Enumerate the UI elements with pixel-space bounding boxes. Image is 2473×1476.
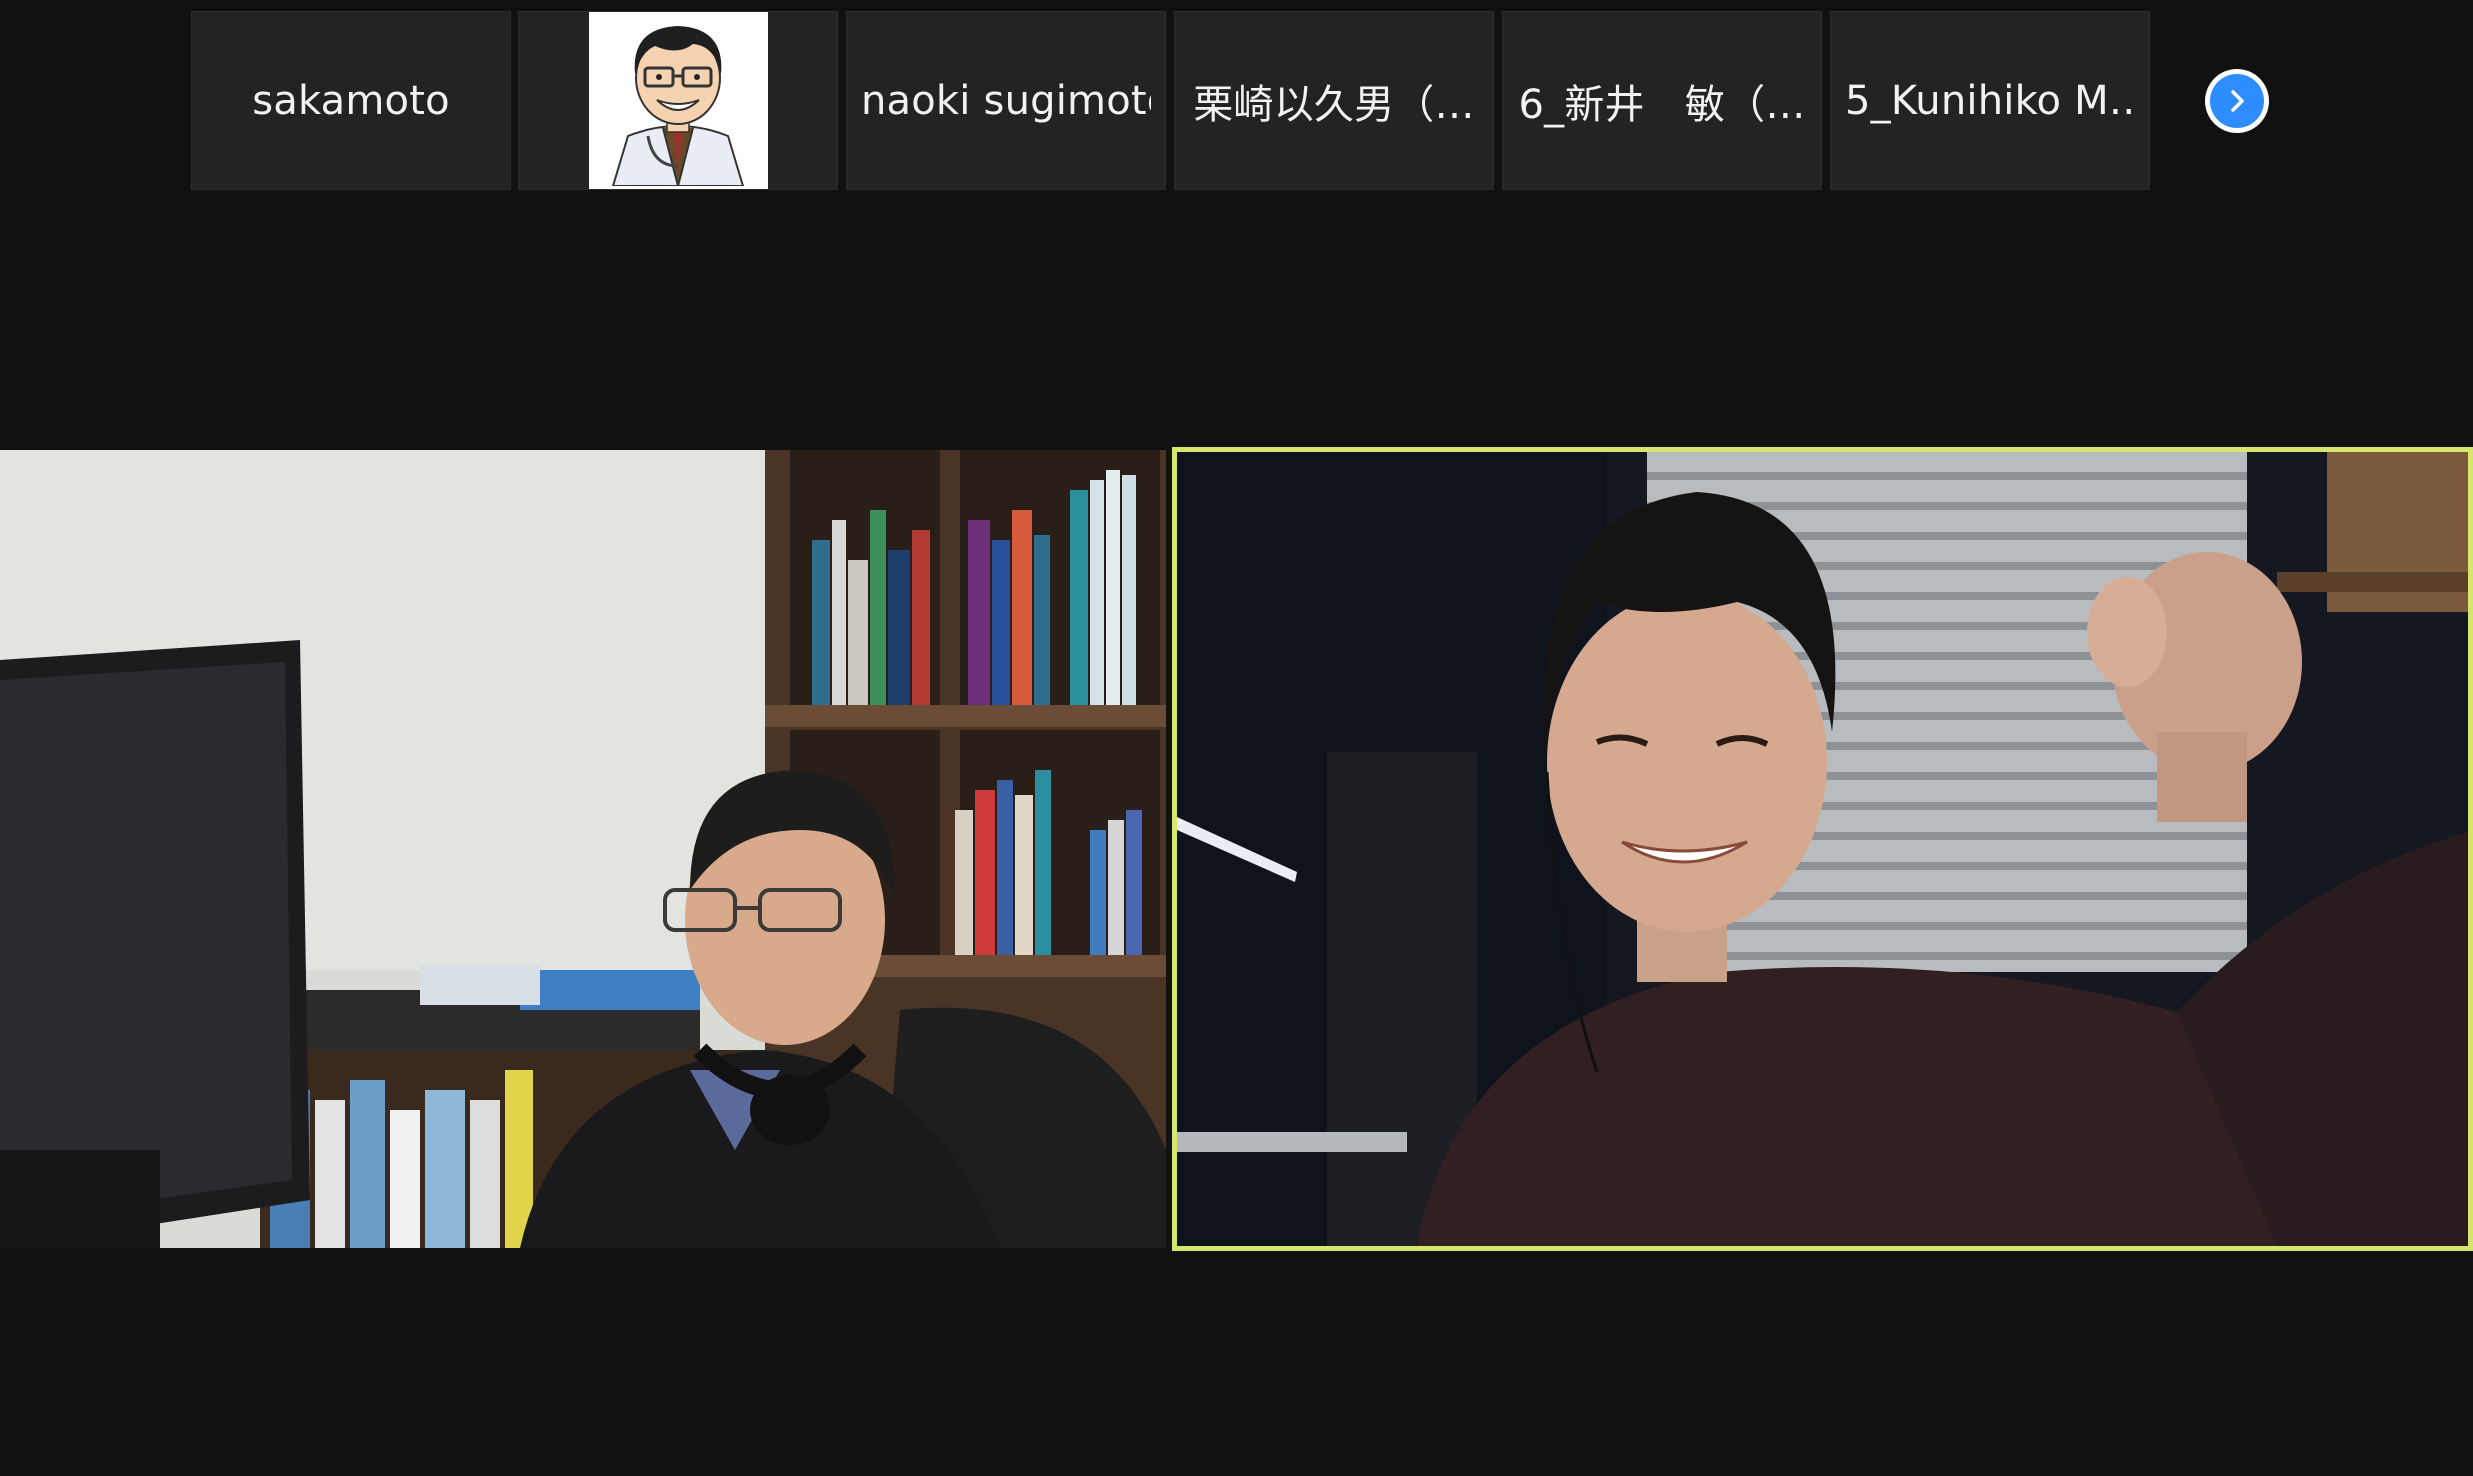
participant-tile-kunihiko[interactable]: 5_Kunihiko M…	[1830, 11, 2150, 190]
participant-tile-sakamoto[interactable]: sakamoto	[191, 11, 511, 190]
participant-video-right	[1177, 452, 2468, 1246]
video-feed-right-active-speaker[interactable]	[1172, 447, 2473, 1251]
video-feed-left[interactable]	[0, 450, 1166, 1248]
participant-tile-kurisaki[interactable]: 栗崎以久男（…	[1174, 11, 1494, 190]
participant-tile-arai[interactable]: 6_新井 敏（…	[1502, 11, 1822, 190]
participant-name: 5_Kunihiko M…	[1845, 77, 2135, 124]
participant-name: naoki sugimoto	[861, 77, 1151, 124]
participant-tile-avatar[interactable]	[518, 11, 838, 190]
participant-name: 6_新井 敏（…	[1518, 81, 1806, 128]
participant-tile-naoki-sugimoto[interactable]: naoki sugimoto	[846, 11, 1166, 190]
participant-video-left	[0, 450, 1166, 1248]
participant-avatar	[588, 12, 768, 189]
chevron-right-icon	[2231, 90, 2244, 112]
participant-name: 栗崎以久男（…	[1193, 81, 1475, 128]
next-page-button[interactable]	[2205, 69, 2269, 133]
participant-strip: sakamoto naoki sugimoto 栗崎以久男（… 6_新井 敏（……	[0, 0, 2473, 200]
participant-name: sakamoto	[252, 77, 450, 124]
cartoon-doctor-avatar-icon	[611, 25, 745, 186]
